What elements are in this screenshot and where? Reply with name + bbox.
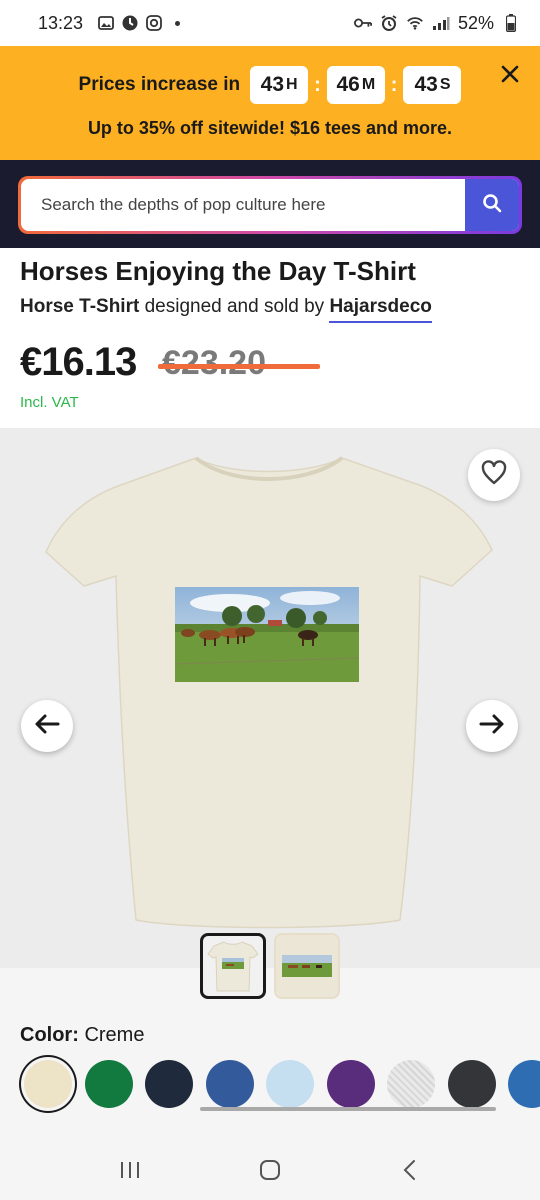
thumbnail-tshirt[interactable] [200,933,266,999]
swatch-royal-blue[interactable] [206,1060,254,1108]
gallery-icon [97,14,115,32]
search-icon [482,193,502,218]
previous-image-button[interactable] [21,700,73,752]
close-icon[interactable] [498,62,522,86]
battery-icon [502,14,520,32]
signal-icon [432,14,450,32]
next-image-button[interactable] [466,700,518,752]
notification-dot-icon [175,20,181,26]
product-byline: Horse T-Shirt designed and sold by Hajar… [20,296,432,323]
timer-minutes: 46 M [326,66,385,104]
swatch-purple[interactable] [327,1060,375,1108]
status-bar: 13:23 52% [0,0,540,46]
timer-separator: : [314,73,321,96]
swatch-light-blue[interactable] [266,1060,314,1108]
current-price: €16.13 [20,340,137,384]
swatch-heather-gray[interactable] [387,1060,435,1108]
tshirt-image [45,456,493,929]
status-time: 13:23 [38,12,84,33]
swatch-navy[interactable] [145,1060,193,1108]
promo-banner: Prices increase in 43 H : 46 M : 43 S Up to… [0,46,540,160]
home-icon[interactable] [250,1150,290,1190]
countdown-row: Prices increase in 43 H : 46 M : 43 S [0,66,540,104]
color-section [0,968,540,1140]
recent-apps-icon[interactable] [110,1150,150,1190]
horse-print [174,587,360,682]
color-label: Color: Creme [20,1024,144,1047]
swatch-green[interactable] [85,1060,133,1108]
swatch-charcoal[interactable] [448,1060,496,1108]
timer-seconds: 43 S [403,66,462,104]
promo-lead-text: Prices increase in [78,74,241,95]
selected-color: Creme [84,1024,145,1046]
instagram-icon [145,14,163,32]
heart-icon [480,459,508,491]
category-link[interactable]: Horse T-Shirt [20,296,139,317]
swatch-creme[interactable] [24,1060,72,1108]
thumbnail-print[interactable] [274,933,340,999]
search-area [0,160,540,248]
system-nav-bar [0,1140,540,1200]
arrow-left-icon [34,713,60,740]
swatch-scrollbar[interactable] [200,1107,496,1111]
byline-text: designed and sold by [139,296,330,317]
promo-subtext: Up to 35% off sitewide! $16 tees and mor… [87,118,453,138]
back-icon[interactable] [390,1150,430,1190]
search-button[interactable] [465,179,519,231]
vpn-icon [121,14,139,32]
wishlist-button[interactable] [468,449,520,501]
designer-link[interactable]: Hajarsdeco [329,296,432,323]
timer-separator: : [390,73,398,96]
price-strikethrough [158,364,320,369]
product-title: Horses Enjoying the Day T-Shirt [20,256,416,286]
alarm-icon [380,14,398,32]
battery-percent: 52% [457,12,494,33]
color-label-key: Color: [20,1024,79,1046]
timer-hours: 43 H [250,66,309,104]
search-box [18,176,522,234]
product-gallery[interactable] [0,428,540,968]
key-icon [353,14,372,32]
wifi-icon [406,14,424,32]
search-input[interactable] [21,179,465,231]
arrow-right-icon [479,713,505,740]
vat-note: Incl. VAT [20,394,79,411]
